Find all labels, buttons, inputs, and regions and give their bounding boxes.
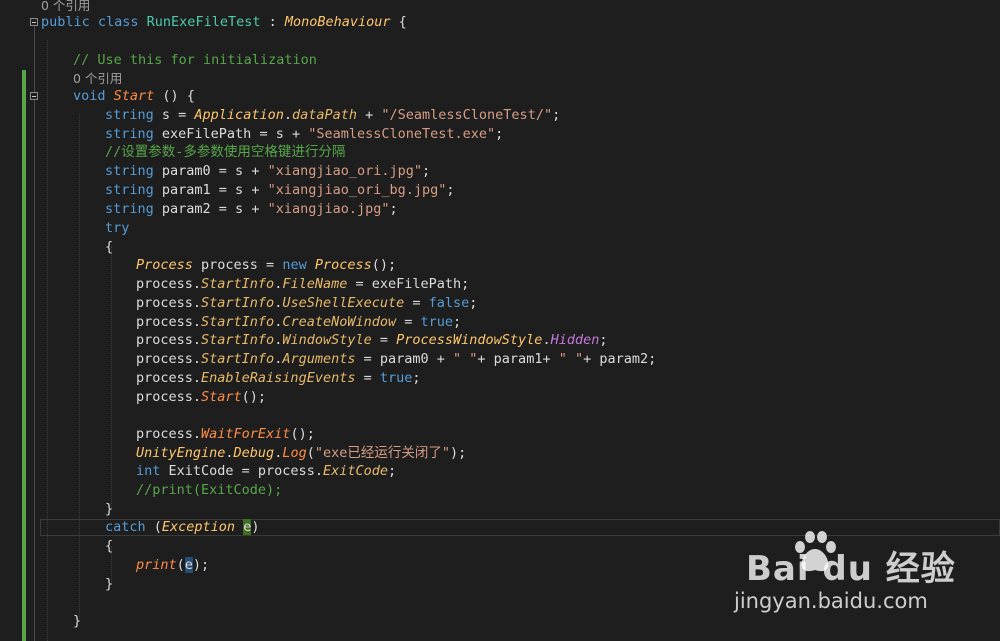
- code-editor[interactable]: 0 个引用 public class RunExeFileTest : Mono…: [0, 0, 1000, 641]
- indent-guide: [79, 114, 80, 619]
- code-line: }: [105, 576, 114, 592]
- code-line: string s = Application.dataPath + "/Seam…: [105, 107, 561, 123]
- code-line: {: [105, 239, 114, 255]
- code-line: process.StartInfo.Arguments = param0 + "…: [136, 351, 657, 367]
- code-line: string param0 = s + "xiangjiao_ori.jpg";: [105, 163, 431, 179]
- change-indicator-bar: [22, 70, 26, 641]
- code-line: process.Start();: [136, 389, 267, 405]
- collapse-class-icon[interactable]: [30, 18, 38, 26]
- code-line: process.EnableRaisingEvents = true;: [136, 370, 421, 386]
- code-line: string param1 = s + "xiangjiao_ori_bg.jp…: [105, 182, 455, 198]
- symbol-reference-highlight: e: [184, 557, 193, 573]
- indent-guide: [47, 40, 48, 641]
- outline-line: [34, 22, 35, 641]
- code-line: UnityEngine.Debug.Log("exe已经运行关闭了");: [136, 445, 467, 461]
- code-line: process.StartInfo.FileName = exeFilePath…: [136, 276, 470, 292]
- code-line: process.StartInfo.UseShellExecute = fals…: [136, 295, 478, 311]
- watermark-url: jingyan.baidu.com: [734, 589, 928, 613]
- indent-guide: [111, 246, 112, 508]
- code-line: {: [105, 538, 114, 554]
- code-line: Process process = new Process();: [136, 257, 397, 273]
- codelens-reference-count[interactable]: 0 个引用: [73, 69, 122, 88]
- watermark-brand: Bai du 经验: [746, 549, 956, 589]
- code-line-current: catch (Exception e): [105, 519, 260, 535]
- baidu-jingyan-watermark: Bai du 经验 jingyan.baidu.com: [732, 531, 982, 625]
- code-line: try: [105, 220, 130, 236]
- code-line: process.StartInfo.CreateNoWindow = true;: [136, 314, 462, 330]
- code-line: }: [73, 613, 82, 629]
- collapse-method-icon[interactable]: [30, 92, 38, 100]
- code-line: int ExitCode = process.ExitCode;: [136, 463, 397, 479]
- code-line: process.StartInfo.WindowStyle = ProcessW…: [136, 332, 608, 348]
- code-line: }: [105, 501, 114, 517]
- code-line: process.WaitForExit();: [136, 426, 315, 442]
- code-line-comment: //print(ExitCode);: [136, 482, 283, 498]
- code-line-comment: //设置参数-多参数使用空格键进行分隔: [105, 144, 346, 160]
- code-line-comment: // Use this for initialization: [73, 52, 317, 68]
- code-line: string exeFilePath = s + "SeamlessCloneT…: [105, 126, 504, 142]
- code-line: string param2 = s + "xiangjiao.jpg";: [105, 201, 398, 217]
- code-line-class-declaration: public class RunExeFileTest : MonoBehavi…: [41, 14, 407, 30]
- code-line: print(e);: [136, 557, 210, 573]
- code-line-method-declaration: void Start () {: [73, 88, 195, 104]
